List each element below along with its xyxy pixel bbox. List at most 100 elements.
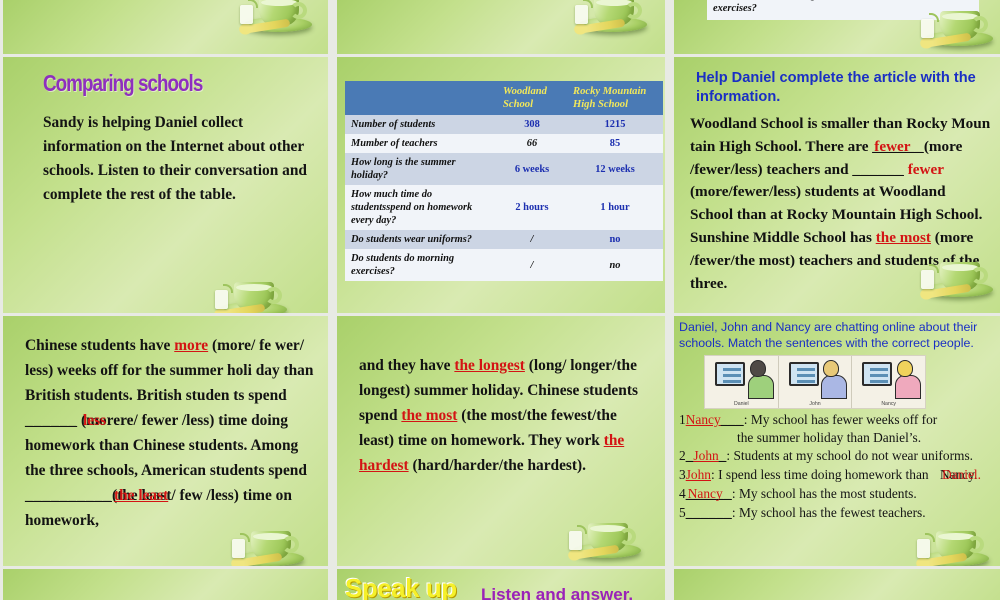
- p6-line-3b: (the: [457, 406, 487, 424]
- person-nancy: Nancy: [852, 356, 925, 408]
- table-row: How long is the summer holiday? 6 weeks …: [345, 153, 663, 186]
- teacup-decoration-icon: [226, 0, 318, 34]
- slide-thumbnail-r4c3[interactable]: Work in pairs ... which: [671, 569, 1000, 600]
- item-blank-1: ___: [720, 411, 744, 427]
- row-value-woodland: /: [497, 249, 567, 282]
- article-text: Woodland School is smaller than Rocky Mo…: [690, 113, 991, 295]
- answer-1: fewer: [874, 137, 911, 155]
- person-head: [823, 359, 840, 377]
- table-row: Do students do morning exercises? / no: [345, 249, 663, 282]
- table-row: Do students wear uniforms? / no: [345, 230, 663, 250]
- person-daniel: Daniel: [705, 355, 779, 408]
- row-value-woodland: 308: [497, 115, 567, 135]
- listen-and-answer-label: Listen and answer.: [481, 585, 634, 600]
- item-number-1: 1: [679, 411, 686, 427]
- teacup-decoration-icon: [555, 508, 647, 560]
- page-title: Comparing schools: [43, 70, 203, 96]
- row-question: Mumber of teachers: [345, 134, 497, 154]
- item-answer-4: Nancy: [687, 486, 723, 502]
- person-head: [749, 359, 766, 377]
- list-item: 1Nancy___: My school has fewer weeks off…: [679, 411, 997, 447]
- person-head: [897, 359, 914, 377]
- article-line-5: School than at Rocky Mountain High Schoo…: [690, 206, 983, 224]
- table-header-woodland: Woodland School: [497, 81, 567, 116]
- teacup-decoration-icon: [903, 516, 995, 566]
- intro-paragraph: Sandy is helping Daniel collect informat…: [43, 114, 307, 203]
- item-text-4: : My school has the most students.: [731, 486, 917, 502]
- item-answer-3b: Daniel.: [941, 467, 981, 483]
- item-text-2: : Students at my school do not wear unif…: [726, 448, 974, 464]
- row-question: How long is the summer holiday?: [345, 153, 497, 186]
- slide-thumbnail-r1c2[interactable]: [334, 0, 668, 54]
- monitor-icon: [715, 361, 745, 386]
- slide-thumbnail-r1c1[interactable]: [0, 0, 331, 54]
- table-container: Woodland School Rocky Mountain High Scho…: [337, 57, 665, 282]
- p5-line-7a: students spend: [209, 461, 307, 479]
- item-answer-1: Nancy: [685, 411, 721, 427]
- row-value-woodland: 6 weeks: [497, 153, 567, 186]
- row-value-woodland: /: [497, 230, 567, 250]
- p6-line-5a: homework. They work: [450, 431, 604, 449]
- item-text-3: : I spend less time doing homework than: [711, 467, 929, 483]
- slide-thumbnail-comparison-table[interactable]: Woodland School Rocky Mountain High Scho…: [334, 57, 668, 313]
- person-label-daniel: Daniel: [733, 400, 749, 407]
- slide-thumbnail-longest-holiday[interactable]: and they have the longest (long/ longer/…: [334, 316, 668, 566]
- school-comparison-table: Woodland School Rocky Mountain High Scho…: [345, 81, 663, 282]
- slide-thumbnail-chinese-students[interactable]: Chinese students have more (more/ fe wer…: [0, 316, 331, 566]
- row-value-rocky: 1215: [567, 115, 663, 135]
- table-header-rocky: Rocky Mountain High School: [567, 81, 663, 116]
- slide-thumbnail-r4c1[interactable]: [0, 569, 331, 600]
- p5-blank-7: __________: [25, 486, 112, 504]
- instruction-text: Daniel, John and Nancy are chatting onli…: [679, 320, 978, 350]
- person-label-john: John: [809, 400, 821, 407]
- teacup-decoration-icon: [561, 0, 653, 34]
- p5-answer-1: more: [174, 337, 209, 354]
- p5-line-4a: ts spend: [233, 386, 287, 404]
- slide-thumbnail-help-daniel[interactable]: Help Daniel complete the article with th…: [671, 57, 1000, 313]
- row-value-rocky: 85: [567, 134, 663, 154]
- slide-thumbnail-match-people[interactable]: Daniel, John and Nancy are chatting onli…: [671, 316, 1000, 566]
- list-item: 4______ Nancy: My school has the most stu…: [679, 485, 997, 503]
- row-question: Do students do morning exercises?: [345, 249, 497, 282]
- p5-line-1a: Chinese students have: [25, 337, 175, 354]
- slide-thumbnail-comparing-schools[interactable]: Comparing schools Sandy is helping Danie…: [0, 57, 331, 313]
- paren-more: (more: [923, 137, 963, 155]
- article-line-2: tain High School. There are: [690, 137, 873, 155]
- list-item: 2_John_: Students at my school do not we…: [679, 447, 997, 465]
- person-body: [895, 374, 922, 399]
- fragment-value-woodland: /: [862, 0, 917, 15]
- row-value-woodland: 2 hours: [497, 185, 567, 231]
- fragment-question: Do students do morning exercises?: [713, 0, 816, 14]
- person-body: [747, 374, 774, 399]
- table-header-row: Woodland School Rocky Mountain High Scho…: [345, 81, 663, 116]
- match-list: 1Nancy___: My school has fewer weeks off…: [679, 411, 997, 522]
- table-row: Mumber of teachers 66 85: [345, 134, 663, 154]
- answer-3: the most: [875, 228, 931, 246]
- item-number-4: 4: [679, 486, 686, 502]
- item-answer-3: John: [685, 467, 712, 483]
- item-text-1: : My school has fewer weeks off for: [743, 411, 938, 427]
- slide-thumbnail-r1c3[interactable]: Do students do morning exercises? / yes: [671, 0, 1000, 54]
- article-line-4: (more/fewer/less) students at Woodland: [690, 183, 946, 201]
- slide-thumbnail-speak-up[interactable]: Speak up Listen and answer.: [334, 569, 668, 600]
- table-fragment: Do students do morning exercises? / yes: [707, 0, 979, 20]
- table-row: How much time do studentsspend on homewo…: [345, 185, 663, 231]
- item-answer-2: John: [693, 448, 719, 464]
- table-row: Number of students 308 1215: [345, 115, 663, 135]
- teacup-decoration-icon: [201, 267, 293, 313]
- answer-2: fewer: [907, 160, 944, 178]
- row-value-rocky: no: [567, 230, 663, 250]
- row-question: Number of students: [345, 115, 497, 135]
- blank-overlap-1: ______(more fewer: [872, 136, 962, 159]
- person-body: [821, 374, 848, 399]
- p5-line-4b: re/ fewer /less) time: [120, 411, 248, 429]
- paragraph-continuation: and they have the longest (long/ longer/…: [359, 354, 649, 479]
- row-value-rocky: no: [567, 249, 663, 282]
- paragraph-chinese-students: Chinese students have more (more/ fe wer…: [25, 334, 314, 534]
- item-overlap-4: ______ Nancy: [686, 485, 732, 503]
- p5-overlap-4: (more less: [81, 409, 120, 434]
- p5-blank-4: ______: [25, 411, 78, 429]
- chat-illustration: Daniel John Nancy: [704, 354, 926, 409]
- p5-answer-4: less: [83, 411, 107, 429]
- person-label-nancy: Nancy: [881, 400, 897, 407]
